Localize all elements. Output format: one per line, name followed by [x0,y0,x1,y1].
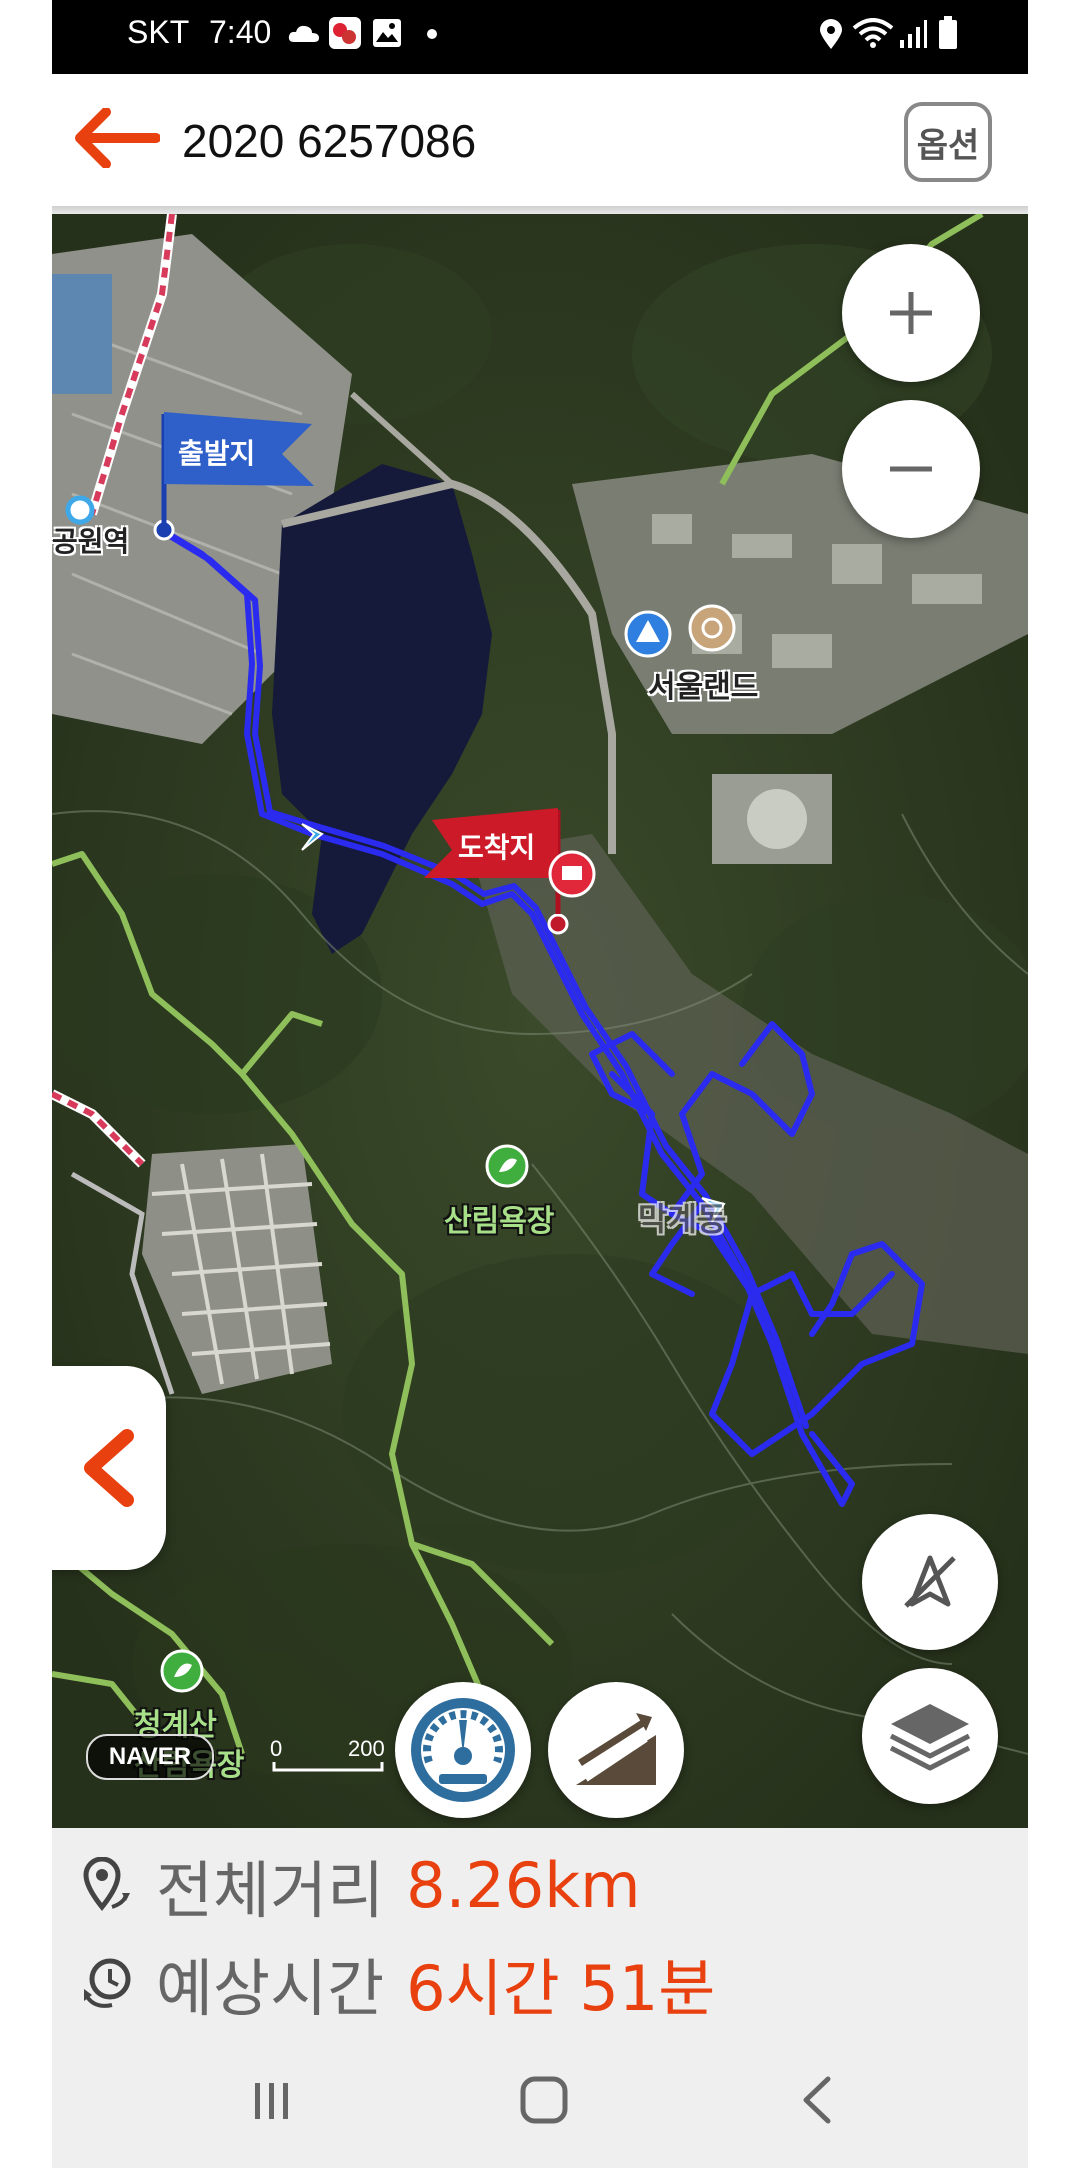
layers-icon [889,1704,971,1771]
dot-icon [427,29,437,39]
minus-icon [890,466,932,472]
distance-row: 전체거리 8.26km [82,1842,641,1928]
station-label: 공원역 [52,525,130,558]
location-icon [820,19,842,49]
image-icon [373,19,401,47]
elevation-button[interactable] [548,1682,684,1818]
page-title: 2020 6257086 [182,115,477,167]
carrier-label: SKT [127,14,190,50]
map-view[interactable]: 출발지 도착지 공원역 서울랜드 산림욕장 막계동 청계산 산림욕장 NAVER… [52,214,1028,1828]
time-value: 6시간 51분 [406,1952,716,2025]
clock: 7:40 [209,14,272,50]
plus-icon [890,292,932,334]
naver-logo: NAVER [86,1734,214,1780]
distance-label: 전체거리 [156,1854,385,1927]
app-header: 2020 6257086 옵션 [52,74,1028,206]
wifi-icon [852,18,894,48]
battery-icon [939,16,957,49]
side-panel-toggle[interactable] [52,1366,166,1570]
route-summary: 전체거리 8.26km 예상시간 6시간 51분 [52,1828,1028,2030]
system-nav-bar [52,2030,1028,2168]
elevation-icon [576,1713,656,1785]
app-screen: SKT 7:40 2020 6257086 옵션 출발지 도착지 공원역 서울랜… [52,0,1028,2168]
speedometer-icon [411,1698,515,1802]
district-label: 막계동 [638,1200,727,1238]
signal-icon [900,20,927,48]
time-label: 예상시간 [156,1952,385,2025]
back-icon [803,2076,831,2124]
app-notification-icon [329,17,361,49]
scale-end: 200 [348,1736,385,1761]
home-icon [520,2076,568,2124]
route-distance-icon [83,1857,130,1912]
distance-value: 8.26km [406,1848,641,1922]
rotate-lock-button[interactable] [862,1514,998,1650]
header-divider [52,206,1028,214]
back-arrow-icon[interactable] [74,108,160,168]
forest-bath-label[interactable]: 산림욕장 [444,1196,554,1240]
scale-start: 0 [270,1736,283,1761]
zoom-in-button[interactable] [842,244,980,382]
seoulland-label[interactable]: 서울랜드 [648,662,758,706]
navigation-off-icon [904,1555,956,1608]
home-button[interactable] [514,2070,574,2130]
map-layers-button[interactable] [862,1668,998,1804]
time-row: 예상시간 6시간 51분 [82,1940,715,2026]
cloud-icon [288,25,319,42]
start-flag-label: 출발지 [178,437,256,470]
speedometer-button[interactable] [395,1682,531,1818]
zoom-out-button[interactable] [842,400,980,538]
recent-apps-button[interactable] [242,2070,302,2130]
back-button[interactable] [788,2070,848,2130]
status-bar: SKT 7:40 [52,0,1028,74]
recent-apps-icon [255,2083,288,2119]
options-button[interactable]: 옵션 [904,102,992,182]
chevron-left-icon [84,1429,134,1507]
end-flag-label: 도착지 [458,831,536,864]
estimated-time-icon [84,1958,131,2008]
